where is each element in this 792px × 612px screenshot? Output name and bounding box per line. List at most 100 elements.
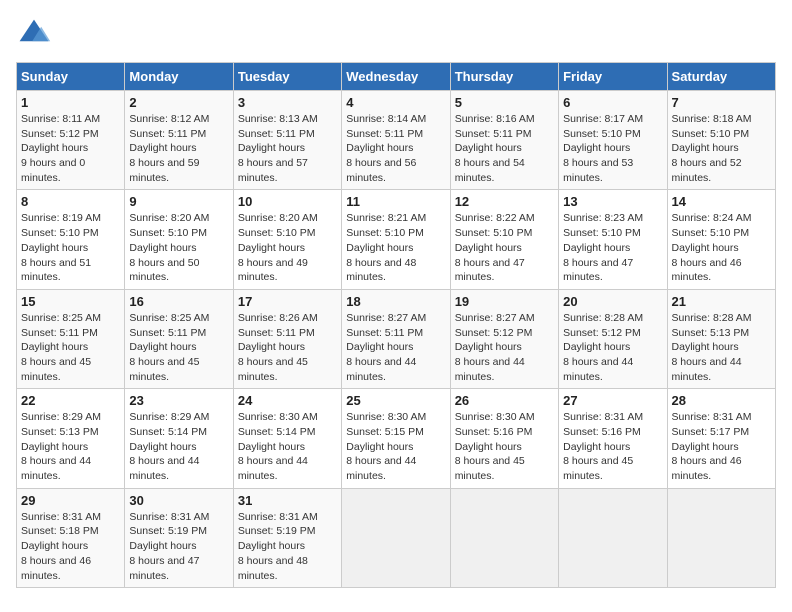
cell-info: Sunrise: 8:29 AM Sunset: 5:14 PM Dayligh…	[129, 410, 228, 483]
day-number: 19	[455, 294, 554, 309]
calendar-cell: 30 Sunrise: 8:31 AM Sunset: 5:19 PM Dayl…	[125, 488, 233, 587]
page-header	[16, 16, 776, 52]
day-number: 7	[672, 95, 771, 110]
calendar-cell: 1 Sunrise: 8:11 AM Sunset: 5:12 PM Dayli…	[17, 91, 125, 190]
day-number: 27	[563, 393, 662, 408]
cell-info: Sunrise: 8:28 AM Sunset: 5:12 PM Dayligh…	[563, 311, 662, 384]
calendar-cell: 12 Sunrise: 8:22 AM Sunset: 5:10 PM Dayl…	[450, 190, 558, 289]
calendar-cell: 26 Sunrise: 8:30 AM Sunset: 5:16 PM Dayl…	[450, 389, 558, 488]
cell-info: Sunrise: 8:25 AM Sunset: 5:11 PM Dayligh…	[129, 311, 228, 384]
day-number: 14	[672, 194, 771, 209]
cell-info: Sunrise: 8:31 AM Sunset: 5:19 PM Dayligh…	[129, 510, 228, 583]
cell-info: Sunrise: 8:26 AM Sunset: 5:11 PM Dayligh…	[238, 311, 337, 384]
cell-info: Sunrise: 8:31 AM Sunset: 5:17 PM Dayligh…	[672, 410, 771, 483]
day-number: 22	[21, 393, 120, 408]
day-header-saturday: Saturday	[667, 63, 775, 91]
calendar-cell: 5 Sunrise: 8:16 AM Sunset: 5:11 PM Dayli…	[450, 91, 558, 190]
day-number: 8	[21, 194, 120, 209]
day-number: 18	[346, 294, 445, 309]
calendar-cell: 24 Sunrise: 8:30 AM Sunset: 5:14 PM Dayl…	[233, 389, 341, 488]
day-number: 25	[346, 393, 445, 408]
day-number: 29	[21, 493, 120, 508]
day-number: 13	[563, 194, 662, 209]
calendar-cell: 6 Sunrise: 8:17 AM Sunset: 5:10 PM Dayli…	[559, 91, 667, 190]
calendar-cell: 25 Sunrise: 8:30 AM Sunset: 5:15 PM Dayl…	[342, 389, 450, 488]
day-number: 3	[238, 95, 337, 110]
calendar-week-3: 15 Sunrise: 8:25 AM Sunset: 5:11 PM Dayl…	[17, 289, 776, 388]
calendar-cell: 17 Sunrise: 8:26 AM Sunset: 5:11 PM Dayl…	[233, 289, 341, 388]
day-header-tuesday: Tuesday	[233, 63, 341, 91]
calendar-cell: 18 Sunrise: 8:27 AM Sunset: 5:11 PM Dayl…	[342, 289, 450, 388]
cell-info: Sunrise: 8:11 AM Sunset: 5:12 PM Dayligh…	[21, 112, 120, 185]
day-number: 28	[672, 393, 771, 408]
day-number: 17	[238, 294, 337, 309]
cell-info: Sunrise: 8:31 AM Sunset: 5:16 PM Dayligh…	[563, 410, 662, 483]
day-number: 10	[238, 194, 337, 209]
calendar-cell: 28 Sunrise: 8:31 AM Sunset: 5:17 PM Dayl…	[667, 389, 775, 488]
cell-info: Sunrise: 8:27 AM Sunset: 5:12 PM Dayligh…	[455, 311, 554, 384]
logo-icon	[16, 16, 52, 52]
day-header-friday: Friday	[559, 63, 667, 91]
cell-info: Sunrise: 8:20 AM Sunset: 5:10 PM Dayligh…	[238, 211, 337, 284]
day-number: 21	[672, 294, 771, 309]
calendar-cell: 23 Sunrise: 8:29 AM Sunset: 5:14 PM Dayl…	[125, 389, 233, 488]
day-number: 30	[129, 493, 228, 508]
day-number: 1	[21, 95, 120, 110]
calendar-cell: 11 Sunrise: 8:21 AM Sunset: 5:10 PM Dayl…	[342, 190, 450, 289]
logo	[16, 16, 56, 52]
calendar-cell: 10 Sunrise: 8:20 AM Sunset: 5:10 PM Dayl…	[233, 190, 341, 289]
cell-info: Sunrise: 8:22 AM Sunset: 5:10 PM Dayligh…	[455, 211, 554, 284]
day-number: 5	[455, 95, 554, 110]
calendar-week-5: 29 Sunrise: 8:31 AM Sunset: 5:18 PM Dayl…	[17, 488, 776, 587]
day-header-wednesday: Wednesday	[342, 63, 450, 91]
calendar-cell: 22 Sunrise: 8:29 AM Sunset: 5:13 PM Dayl…	[17, 389, 125, 488]
day-number: 12	[455, 194, 554, 209]
calendar-cell	[450, 488, 558, 587]
day-number: 11	[346, 194, 445, 209]
cell-info: Sunrise: 8:30 AM Sunset: 5:14 PM Dayligh…	[238, 410, 337, 483]
cell-info: Sunrise: 8:29 AM Sunset: 5:13 PM Dayligh…	[21, 410, 120, 483]
day-number: 9	[129, 194, 228, 209]
calendar-cell: 13 Sunrise: 8:23 AM Sunset: 5:10 PM Dayl…	[559, 190, 667, 289]
calendar-cell	[559, 488, 667, 587]
day-number: 2	[129, 95, 228, 110]
day-number: 4	[346, 95, 445, 110]
cell-info: Sunrise: 8:31 AM Sunset: 5:19 PM Dayligh…	[238, 510, 337, 583]
cell-info: Sunrise: 8:27 AM Sunset: 5:11 PM Dayligh…	[346, 311, 445, 384]
calendar-cell: 19 Sunrise: 8:27 AM Sunset: 5:12 PM Dayl…	[450, 289, 558, 388]
calendar-header-row: SundayMondayTuesdayWednesdayThursdayFrid…	[17, 63, 776, 91]
cell-info: Sunrise: 8:30 AM Sunset: 5:16 PM Dayligh…	[455, 410, 554, 483]
calendar-cell: 21 Sunrise: 8:28 AM Sunset: 5:13 PM Dayl…	[667, 289, 775, 388]
day-number: 15	[21, 294, 120, 309]
day-number: 24	[238, 393, 337, 408]
calendar-cell: 15 Sunrise: 8:25 AM Sunset: 5:11 PM Dayl…	[17, 289, 125, 388]
calendar-cell: 31 Sunrise: 8:31 AM Sunset: 5:19 PM Dayl…	[233, 488, 341, 587]
calendar-cell: 2 Sunrise: 8:12 AM Sunset: 5:11 PM Dayli…	[125, 91, 233, 190]
calendar-cell: 9 Sunrise: 8:20 AM Sunset: 5:10 PM Dayli…	[125, 190, 233, 289]
day-header-sunday: Sunday	[17, 63, 125, 91]
cell-info: Sunrise: 8:24 AM Sunset: 5:10 PM Dayligh…	[672, 211, 771, 284]
day-header-monday: Monday	[125, 63, 233, 91]
cell-info: Sunrise: 8:14 AM Sunset: 5:11 PM Dayligh…	[346, 112, 445, 185]
calendar-cell: 29 Sunrise: 8:31 AM Sunset: 5:18 PM Dayl…	[17, 488, 125, 587]
cell-info: Sunrise: 8:16 AM Sunset: 5:11 PM Dayligh…	[455, 112, 554, 185]
calendar-cell: 8 Sunrise: 8:19 AM Sunset: 5:10 PM Dayli…	[17, 190, 125, 289]
day-header-thursday: Thursday	[450, 63, 558, 91]
day-number: 20	[563, 294, 662, 309]
day-number: 26	[455, 393, 554, 408]
cell-info: Sunrise: 8:17 AM Sunset: 5:10 PM Dayligh…	[563, 112, 662, 185]
cell-info: Sunrise: 8:12 AM Sunset: 5:11 PM Dayligh…	[129, 112, 228, 185]
cell-info: Sunrise: 8:28 AM Sunset: 5:13 PM Dayligh…	[672, 311, 771, 384]
calendar-week-2: 8 Sunrise: 8:19 AM Sunset: 5:10 PM Dayli…	[17, 190, 776, 289]
cell-info: Sunrise: 8:19 AM Sunset: 5:10 PM Dayligh…	[21, 211, 120, 284]
calendar-cell: 4 Sunrise: 8:14 AM Sunset: 5:11 PM Dayli…	[342, 91, 450, 190]
calendar-cell	[342, 488, 450, 587]
calendar-cell: 14 Sunrise: 8:24 AM Sunset: 5:10 PM Dayl…	[667, 190, 775, 289]
cell-info: Sunrise: 8:25 AM Sunset: 5:11 PM Dayligh…	[21, 311, 120, 384]
cell-info: Sunrise: 8:13 AM Sunset: 5:11 PM Dayligh…	[238, 112, 337, 185]
calendar-cell: 20 Sunrise: 8:28 AM Sunset: 5:12 PM Dayl…	[559, 289, 667, 388]
day-number: 31	[238, 493, 337, 508]
cell-info: Sunrise: 8:31 AM Sunset: 5:18 PM Dayligh…	[21, 510, 120, 583]
calendar-table: SundayMondayTuesdayWednesdayThursdayFrid…	[16, 62, 776, 588]
cell-info: Sunrise: 8:30 AM Sunset: 5:15 PM Dayligh…	[346, 410, 445, 483]
